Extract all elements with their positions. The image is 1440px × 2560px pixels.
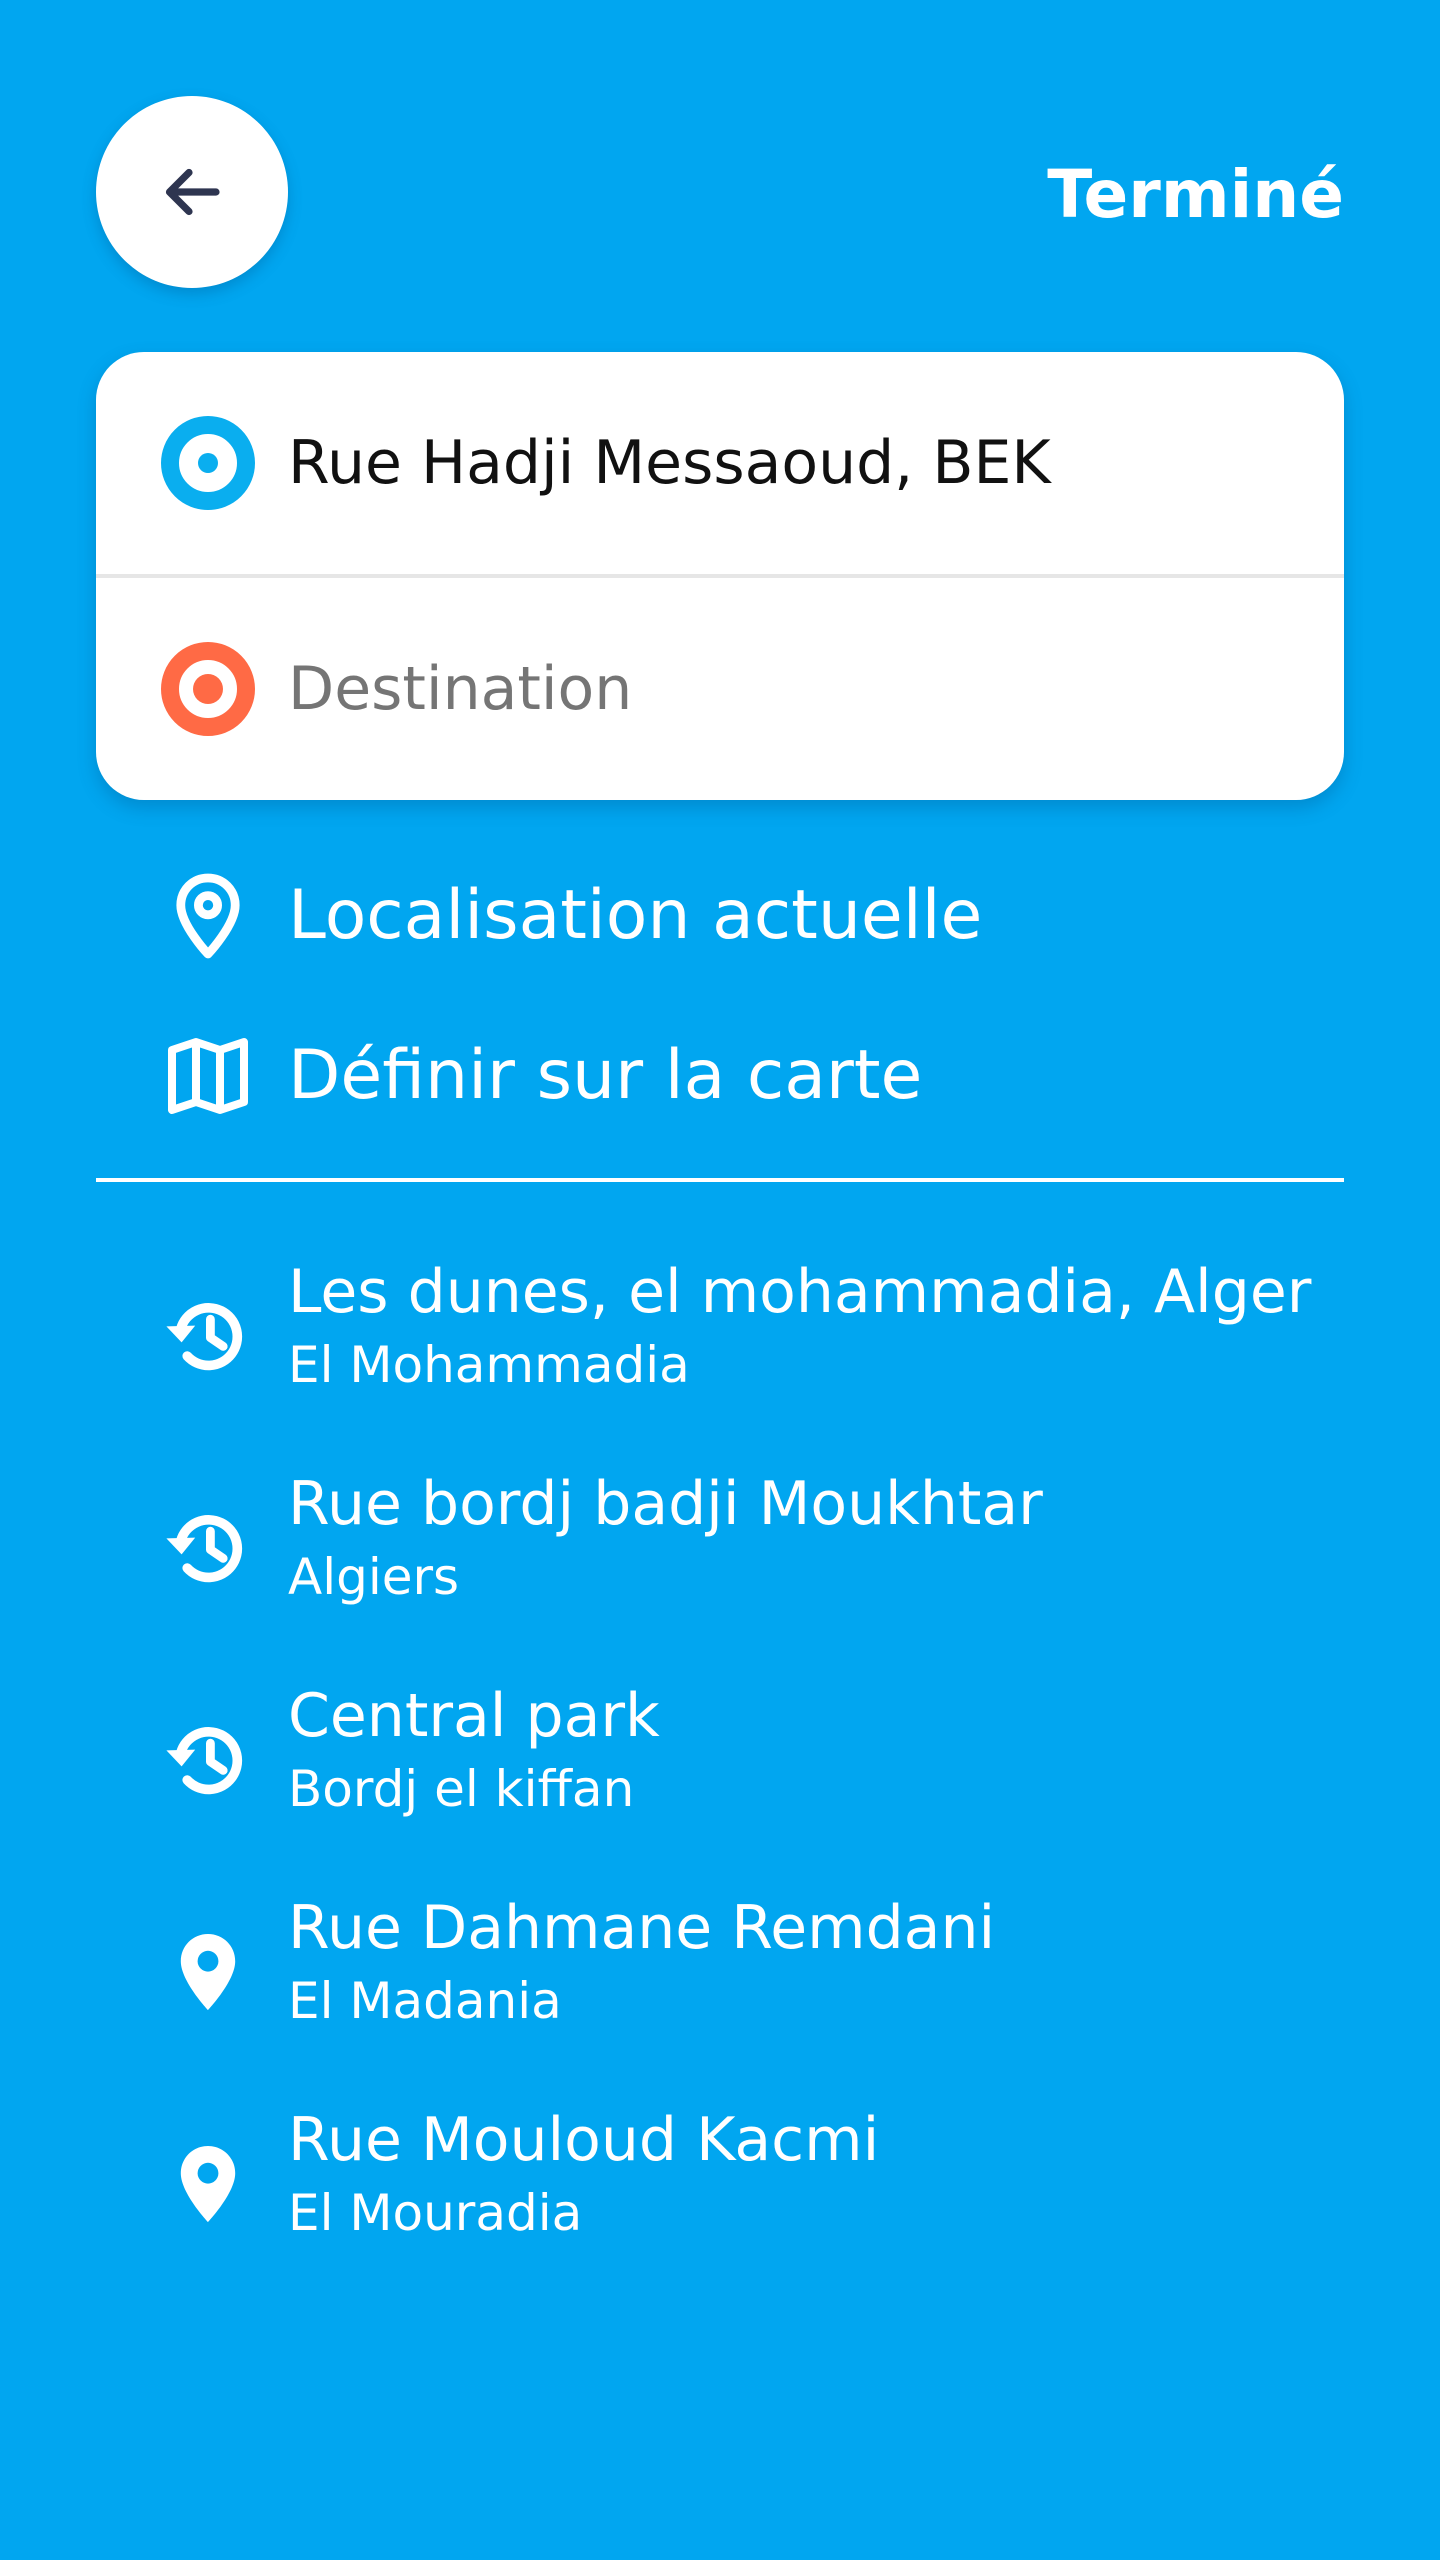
destination-input[interactable] bbox=[288, 649, 1304, 729]
list-item-subtitle: Algiers bbox=[288, 1548, 460, 1606]
set-on-map-action[interactable]: Définir sur la carte bbox=[96, 1006, 1344, 1146]
history-icon bbox=[166, 1515, 243, 1583]
list-item-subtitle: El Mohammadia bbox=[288, 1336, 690, 1394]
location-pin-icon bbox=[180, 1934, 236, 2010]
list-item-subtitle: Bordj el kiffan bbox=[288, 1760, 635, 1818]
list-item[interactable]: Les dunes, el mohammadia, Alger El Moham… bbox=[96, 1240, 1344, 1452]
list-item-title: Rue Mouloud Kacmi bbox=[288, 2105, 880, 2175]
destination-row[interactable] bbox=[96, 578, 1344, 800]
destination-target-icon bbox=[161, 642, 255, 736]
list-item-title: Les dunes, el mohammadia, Alger bbox=[288, 1257, 1312, 1327]
current-location-action[interactable]: Localisation actuelle bbox=[96, 846, 1344, 986]
origin-row[interactable] bbox=[96, 352, 1344, 574]
back-button[interactable] bbox=[96, 96, 288, 288]
route-card bbox=[96, 352, 1344, 800]
list-item[interactable]: Rue bordj badji Moukhtar Algiers bbox=[96, 1452, 1344, 1664]
list-item[interactable]: Central park Bordj el kiffan bbox=[96, 1664, 1344, 1876]
list-item-title: Rue Dahmane Remdani bbox=[288, 1893, 996, 1963]
current-location-label: Localisation actuelle bbox=[288, 876, 983, 955]
origin-circle-icon bbox=[161, 416, 255, 510]
section-divider bbox=[96, 1178, 1344, 1182]
list-item-subtitle: El Madania bbox=[288, 1972, 562, 2030]
map-icon bbox=[168, 1038, 248, 1114]
set-on-map-label: Définir sur la carte bbox=[288, 1036, 923, 1115]
arrow-left-icon bbox=[165, 168, 220, 216]
done-button[interactable]: Terminé bbox=[1047, 150, 1344, 240]
list-item-title: Rue bordj badji Moukhtar bbox=[288, 1469, 1043, 1539]
location-pin-outline-icon bbox=[176, 873, 240, 959]
list-item-title: Central park bbox=[288, 1681, 660, 1751]
list-item[interactable]: Rue Dahmane Remdani El Madania bbox=[96, 1876, 1344, 2088]
list-item[interactable]: Rue Mouloud Kacmi El Mouradia bbox=[96, 2088, 1344, 2300]
list-item-subtitle: El Mouradia bbox=[288, 2184, 583, 2242]
location-pin-icon bbox=[180, 2146, 236, 2222]
origin-input[interactable] bbox=[288, 423, 1304, 503]
recent-places-list: Les dunes, el mohammadia, Alger El Moham… bbox=[96, 1240, 1344, 2300]
history-icon bbox=[166, 1727, 243, 1795]
history-icon bbox=[166, 1303, 243, 1371]
